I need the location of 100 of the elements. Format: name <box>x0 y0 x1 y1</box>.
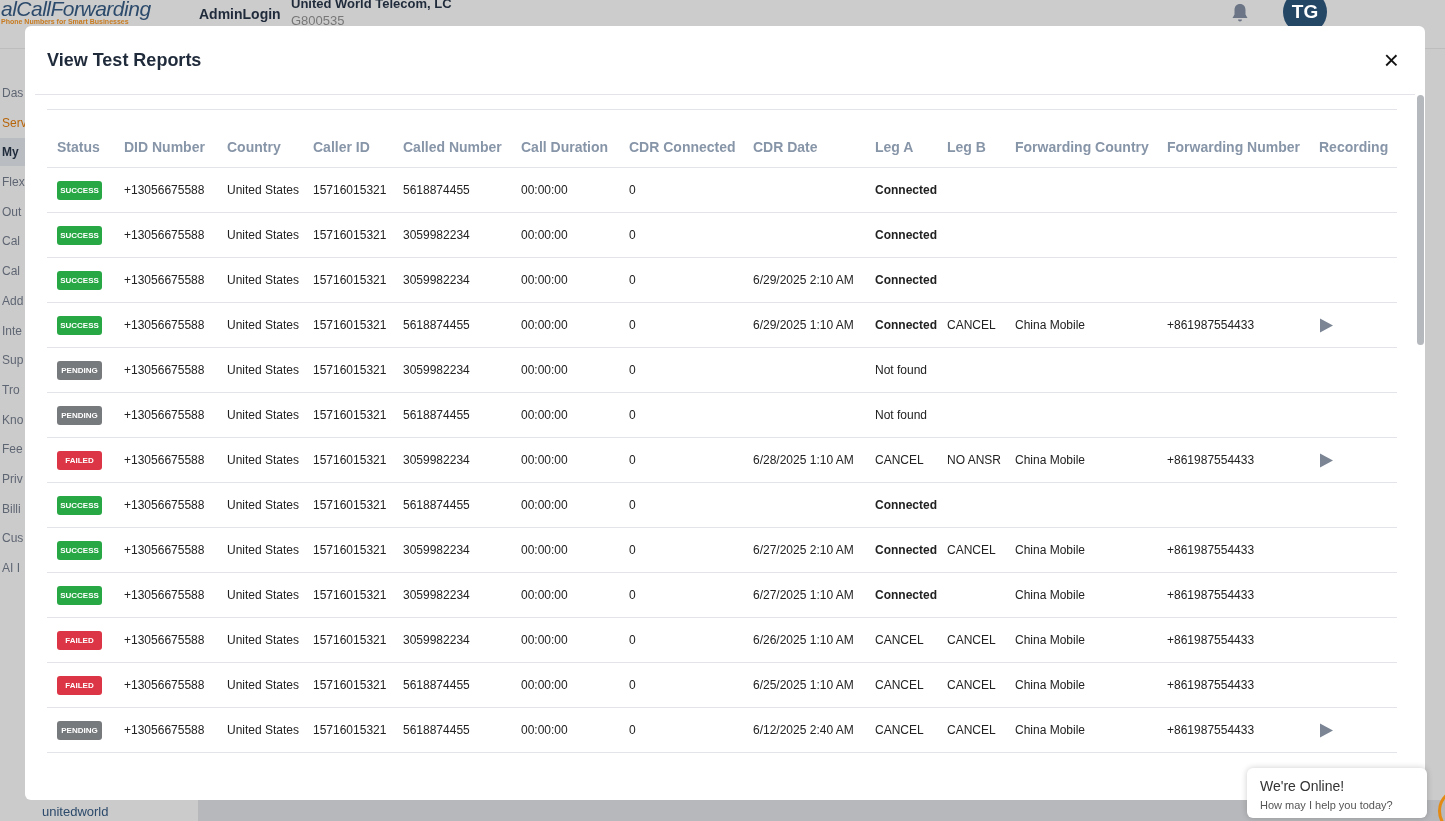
table-cell: 6/26/2025 1:10 AM <box>753 633 854 647</box>
table-cell: 15716015321 <box>313 723 387 737</box>
table-cell: 0 <box>629 678 636 692</box>
table-cell: 00:00:00 <box>521 453 568 467</box>
user-label: AdminLogin <box>199 6 282 22</box>
scrollbar[interactable] <box>1417 95 1424 345</box>
play-icon[interactable] <box>1319 316 1334 334</box>
table-cell: United States <box>227 453 300 467</box>
table-cell: 00:00:00 <box>521 408 568 422</box>
table-cell: +13056675588 <box>124 633 205 647</box>
table-cell: +13056675588 <box>124 543 205 557</box>
table-cell: 3059982234 <box>403 633 470 647</box>
bell-icon[interactable] <box>1231 3 1249 23</box>
table-cell: Connected <box>875 318 937 332</box>
column-header: Recording <box>1309 110 1397 168</box>
table-cell: +861987554433 <box>1167 678 1255 692</box>
status-badge: SUCCESS <box>57 180 102 200</box>
column-header: CDR Connected <box>619 110 743 168</box>
table-cell: 3059982234 <box>403 453 470 467</box>
table-cell: 00:00:00 <box>521 183 568 197</box>
table-cell: 5618874455 <box>403 723 470 737</box>
table-cell: 6/27/2025 2:10 AM <box>753 543 854 557</box>
table-cell: United States <box>227 363 300 377</box>
table-cell: 3059982234 <box>403 273 470 287</box>
table-cell: 15716015321 <box>313 363 387 377</box>
close-button[interactable]: × <box>1381 47 1401 73</box>
table-cell: 5618874455 <box>403 498 470 512</box>
table-cell: 00:00:00 <box>521 633 568 647</box>
table-cell: 15716015321 <box>313 318 387 332</box>
table-cell: Connected <box>875 543 937 557</box>
table-cell: +13056675588 <box>124 453 205 467</box>
column-header: DID Number <box>114 110 217 168</box>
play-icon[interactable] <box>1319 721 1334 739</box>
table-cell: +13056675588 <box>124 678 205 692</box>
table-cell: +13056675588 <box>124 273 205 287</box>
status-badge: SUCCESS <box>57 540 102 560</box>
column-header: Caller ID <box>303 110 393 168</box>
table-cell: 15716015321 <box>313 588 387 602</box>
table-cell: 0 <box>629 453 636 467</box>
table-cell: 00:00:00 <box>521 228 568 242</box>
column-header: Forwarding Country <box>1005 110 1157 168</box>
status-badge: PENDING <box>57 360 102 380</box>
table-cell: United States <box>227 318 300 332</box>
table-cell: United States <box>227 543 300 557</box>
table-cell: 15716015321 <box>313 498 387 512</box>
table-cell: China Mobile <box>1015 588 1086 602</box>
table-cell: CANCEL <box>875 633 924 647</box>
table-cell: +13056675588 <box>124 318 205 332</box>
table-cell: 0 <box>629 363 636 377</box>
status-badge: SUCCESS <box>57 495 102 515</box>
footer-logo: unitedworld <box>42 804 110 819</box>
table-cell: 15716015321 <box>313 228 387 242</box>
table-cell: 0 <box>629 543 636 557</box>
chat-subtitle: How may I help you today? <box>1260 799 1394 811</box>
column-header: Called Number <box>393 110 511 168</box>
table-cell: CANCEL <box>875 723 924 737</box>
table-cell: 3059982234 <box>403 228 470 242</box>
table-cell: Connected <box>875 273 937 287</box>
table-cell: United States <box>227 228 300 242</box>
table-cell: 0 <box>629 408 636 422</box>
table-cell: +861987554433 <box>1167 723 1255 737</box>
status-badge: PENDING <box>57 720 102 740</box>
table-cell: China Mobile <box>1015 633 1086 647</box>
table-cell: China Mobile <box>1015 318 1086 332</box>
status-badge: FAILED <box>57 630 102 650</box>
status-badge: SUCCESS <box>57 225 102 245</box>
table-cell: 6/29/2025 2:10 AM <box>753 273 854 287</box>
chat-title: We're Online! <box>1260 778 1346 794</box>
table-cell: CANCEL <box>947 318 996 332</box>
logo: alCallForwarding <box>1 0 152 18</box>
table-cell: United States <box>227 723 300 737</box>
table-cell: 00:00:00 <box>521 678 568 692</box>
column-header: Status <box>47 110 114 168</box>
table-cell: United States <box>227 183 300 197</box>
table-cell: CANCEL <box>947 678 996 692</box>
table-cell: 6/12/2025 2:40 AM <box>753 723 854 737</box>
table-cell: China Mobile <box>1015 543 1086 557</box>
table-cell: United States <box>227 588 300 602</box>
chat-widget[interactable]: We're Online! How may I help you today? <box>1247 768 1427 818</box>
table-cell: 5618874455 <box>403 318 470 332</box>
table-cell: 0 <box>629 273 636 287</box>
status-badge: PENDING <box>57 405 102 425</box>
status-badge: SUCCESS <box>57 315 102 335</box>
status-badge: FAILED <box>57 450 102 470</box>
table-cell: CANCEL <box>947 633 996 647</box>
table-cell: 00:00:00 <box>521 543 568 557</box>
table-cell: Not found <box>875 408 928 422</box>
table-cell: 15716015321 <box>313 543 387 557</box>
table-cell: 15716015321 <box>313 183 387 197</box>
table-cell: +13056675588 <box>124 723 205 737</box>
table-cell: United States <box>227 498 300 512</box>
table-cell: Connected <box>875 183 937 197</box>
table-cell: 0 <box>629 588 636 602</box>
table-cell: +13056675588 <box>124 498 205 512</box>
column-header: Call Duration <box>511 110 619 168</box>
play-icon[interactable] <box>1319 451 1334 469</box>
table-cell: 15716015321 <box>313 273 387 287</box>
table-cell: 00:00:00 <box>521 363 568 377</box>
table-cell: CANCEL <box>875 453 924 467</box>
column-header: CDR Date <box>743 110 865 168</box>
